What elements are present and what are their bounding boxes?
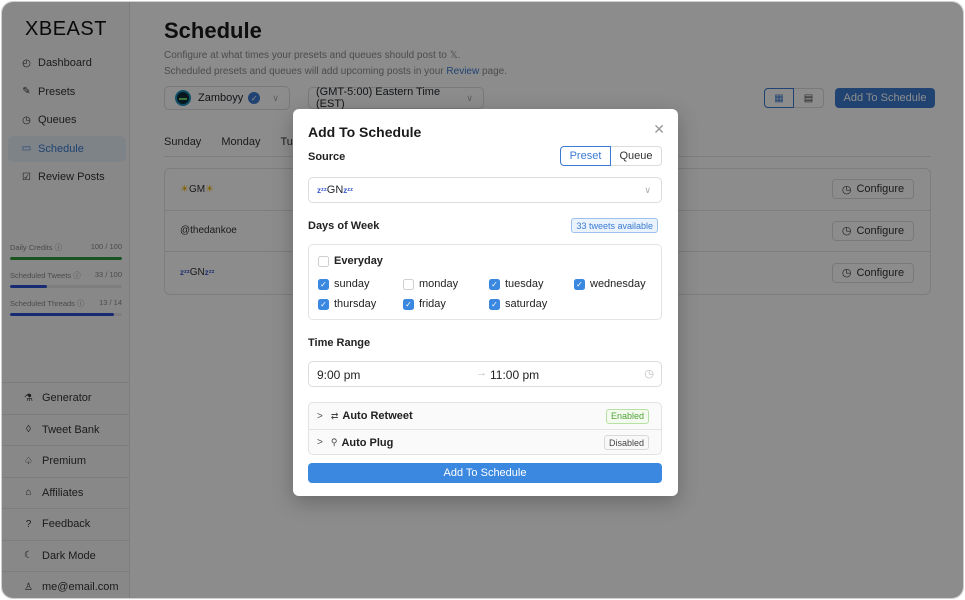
day-checkbox-sunday[interactable]: ✓ sunday [318, 278, 369, 290]
checkbox-label: Everyday [334, 255, 383, 267]
tweets-available-badge: 33 tweets available [571, 218, 658, 233]
checkbox-icon: ✓ [574, 278, 585, 290]
arrow-right-icon: → [476, 367, 487, 379]
day-checkbox-thursday[interactable]: ✓ thursday [318, 298, 376, 310]
add-to-schedule-modal: Add To Schedule ✕ Source Preset Queue zᶻ… [293, 109, 678, 496]
start-time-input[interactable]: 9:00 pm [317, 368, 360, 382]
checkbox-label: friday [419, 298, 446, 310]
day-checkbox-tuesday[interactable]: ✓ tuesday [489, 278, 544, 290]
checkbox-label: wednesday [590, 278, 646, 290]
checkbox-label: monday [419, 278, 459, 290]
retweet-icon: ⇄ [330, 410, 339, 421]
app-window: XBEAST ◴ Dashboard ✎ Presets ◷ Queues ▭ Sche… [1, 1, 964, 599]
source-select[interactable]: zᶻᶻ GN zᶻᶻ ∨ [308, 177, 662, 203]
days-of-week-label: Days of Week [308, 220, 380, 232]
days-of-week-box: Everyday ✓ sunday monday ✓ tuesday ✓ wednes… [308, 244, 662, 320]
chevron-right-icon: > [317, 437, 323, 448]
checkbox-icon: ✓ [489, 278, 500, 290]
options-collapse: > ⇄ Auto Retweet Enabled > ⚲ Auto Plug D… [308, 402, 662, 455]
option-label: Auto Plug [341, 436, 394, 449]
source-queue-option[interactable]: Queue [611, 146, 662, 166]
checkbox-label: saturday [505, 298, 548, 310]
source-type-toggle: Preset Queue [560, 146, 662, 166]
option-label: Auto Retweet [342, 410, 413, 422]
chevron-down-icon: ∨ [644, 184, 651, 195]
auto-retweet-panel-header[interactable]: > ⇄ Auto Retweet Enabled [309, 403, 661, 429]
source-label: Source [308, 151, 346, 163]
checkbox-icon: ✓ [403, 298, 414, 310]
close-icon[interactable]: ✕ [653, 121, 665, 138]
auto-plug-panel-header[interactable]: > ⚲ Auto Plug Disabled [309, 429, 661, 455]
day-checkbox-friday[interactable]: ✓ friday [403, 298, 446, 310]
chevron-right-icon: > [317, 410, 323, 422]
checkbox-icon [403, 278, 414, 290]
status-badge: Enabled [605, 408, 649, 424]
day-checkbox-wednesday[interactable]: ✓ wednesday [574, 278, 646, 290]
everyday-checkbox[interactable]: Everyday [318, 255, 383, 267]
modal-title: Add To Schedule [308, 124, 422, 140]
checkbox-icon: ✓ [318, 298, 329, 310]
status-badge: Disabled [603, 435, 649, 450]
checkbox-label: thursday [334, 298, 377, 310]
end-time-input[interactable]: 11:00 pm [490, 368, 539, 382]
checkbox-label: tuesday [505, 278, 544, 290]
link-icon: ⚲ [330, 437, 338, 447]
checkbox-icon: ✓ [489, 298, 500, 310]
checkbox-label: sunday [334, 278, 370, 290]
day-checkbox-monday[interactable]: monday [403, 278, 458, 290]
checkbox-icon [318, 255, 329, 267]
submit-add-to-schedule-button[interactable]: Add To Schedule [308, 463, 662, 483]
clock-icon: ◷ [644, 368, 654, 380]
source-value: GN [326, 184, 344, 196]
day-checkbox-saturday[interactable]: ✓ saturday [489, 298, 547, 310]
time-range-label: Time Range [308, 337, 371, 349]
checkbox-icon: ✓ [318, 278, 329, 290]
time-range-picker: 9:00 pm → 11:00 pm ◷ [308, 361, 662, 387]
sleep-icon: zᶻᶻ [317, 185, 327, 195]
sleep-icon: zᶻᶻ [343, 185, 354, 195]
source-preset-option[interactable]: Preset [560, 146, 611, 166]
